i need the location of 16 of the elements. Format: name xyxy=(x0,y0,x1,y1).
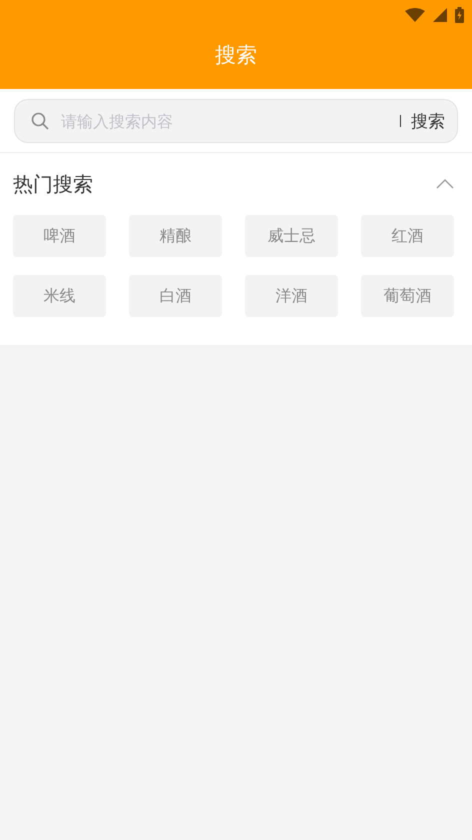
search-button[interactable]: 搜索 xyxy=(411,110,445,132)
chevron-icon[interactable] xyxy=(436,179,454,189)
search-tag[interactable]: 红酒 xyxy=(361,215,454,257)
search-tag[interactable]: 米线 xyxy=(13,275,106,317)
page-title: 搜索 xyxy=(214,42,258,69)
battery-icon xyxy=(455,7,464,23)
search-tag[interactable]: 啤酒 xyxy=(13,215,106,257)
search-tag[interactable]: 葡萄酒 xyxy=(361,275,454,317)
search-tag[interactable]: 白酒 xyxy=(129,275,222,317)
search-tag[interactable]: 洋酒 xyxy=(245,275,338,317)
search-tag[interactable]: 精酿 xyxy=(129,215,222,257)
wifi-icon xyxy=(405,8,425,22)
signal-icon xyxy=(433,8,447,22)
search-tag[interactable]: 威士忌 xyxy=(245,215,338,257)
section-title: 热门搜索 xyxy=(13,170,93,198)
search-icon xyxy=(31,112,49,130)
